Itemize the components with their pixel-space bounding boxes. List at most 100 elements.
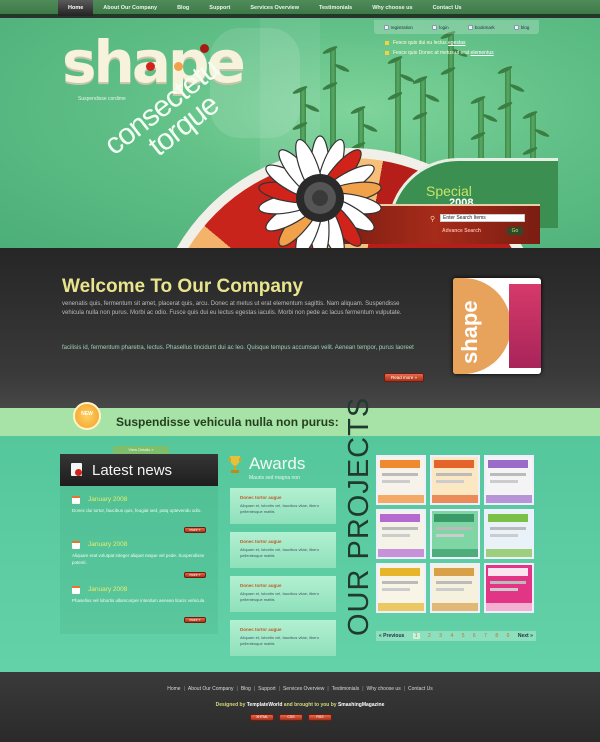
project-thumbnail[interactable] (376, 563, 426, 613)
footer-badge-css[interactable]: CSS (279, 714, 303, 721)
project-thumbnail[interactable] (430, 509, 480, 559)
bullet-icon (385, 41, 389, 45)
news-more-button[interactable]: more » (184, 527, 206, 533)
award-heading: Donec tortor augue (240, 627, 282, 632)
award-heading: Donec tortor augue (240, 539, 282, 544)
footer-link-about-our-company[interactable]: About Our Company (188, 686, 234, 692)
nav-item-about-our-company[interactable]: About Our Company (93, 0, 167, 16)
logo-tagline: Suspendisse cordime (78, 96, 126, 102)
footer-link-services-overview[interactable]: Services Overview (283, 686, 324, 692)
bullet-link[interactable]: elementus (471, 50, 494, 56)
footer-link-blog[interactable]: Blog (241, 686, 251, 692)
project-thumbnail[interactable] (376, 455, 426, 505)
bullet-icon (385, 51, 389, 55)
award-item[interactable]: Donec tortor augue Aliquam et, lobortis v… (230, 532, 336, 568)
thumb-content-block (436, 581, 472, 584)
thumb-content-block (436, 473, 472, 476)
flower-icon (146, 62, 155, 71)
pager-previous[interactable]: « Previous (379, 633, 404, 639)
footer-link-separator: | (236, 686, 238, 692)
welcome-thumbnail[interactable]: shape (453, 278, 541, 374)
hero-bullet-item: Fesce quis dui eu lectus egestas (385, 40, 494, 46)
project-thumbnail[interactable] (376, 509, 426, 559)
project-thumbnail[interactable] (430, 455, 480, 505)
award-item[interactable]: Donec tortor augue Aliquam et, lobortis v… (230, 488, 336, 524)
footer-link-home[interactable]: Home (167, 686, 180, 692)
pager-page-1[interactable]: 1 (412, 633, 420, 639)
footer-link-why-choose-us[interactable]: Why choose us (367, 686, 401, 692)
pager-page-7[interactable]: 7 (484, 633, 487, 639)
credit-publisher-link[interactable]: SmashingMagazine (338, 702, 384, 708)
thumb-footer-block (432, 495, 478, 503)
award-text: Aliquam et, lobortis vel, faucibus vitae… (240, 591, 319, 602)
utility-link-bookmark[interactable]: bookmark (467, 24, 495, 30)
thumb-footer-block (486, 603, 532, 611)
nav-item-services-overview[interactable]: Services Overview (240, 0, 309, 16)
bullet-link[interactable]: egestas (448, 40, 466, 46)
award-item[interactable]: Donec tortor augue Aliquam et, lobortis v… (230, 620, 336, 656)
page: Home About Our Company Blog Support Services… (0, 0, 600, 742)
thumb-header-block (434, 514, 474, 522)
nav-item-support[interactable]: Support (199, 0, 240, 16)
welcome-paragraph-2: facilisis id, fermentum pharetra, lectus… (62, 345, 414, 351)
advance-search-link[interactable]: Advance Search (442, 228, 481, 234)
project-thumbnail[interactable] (430, 563, 480, 613)
bamboo-leaf (423, 92, 441, 104)
credit-designer-link[interactable]: TemplateWorld (247, 702, 283, 708)
footer-link-support[interactable]: Support (258, 686, 276, 692)
pager-page-4[interactable]: 4 (450, 633, 453, 639)
award-text: Aliquam et, lobortis vel, faucibus vitae… (240, 547, 319, 558)
pager-page-5[interactable]: 5 (462, 633, 465, 639)
nav-item-why-choose-us[interactable]: Why choose us (362, 0, 422, 16)
nav-item-blog[interactable]: Blog (167, 0, 199, 16)
utility-label: blog (520, 24, 530, 30)
registration-icon (383, 24, 389, 30)
nav-item-home[interactable]: Home (58, 0, 94, 16)
news-more-button[interactable]: more » (184, 617, 206, 623)
utility-link-blog[interactable]: blog (513, 24, 530, 30)
thumb-content-block (436, 534, 464, 537)
footer-badge-rss[interactable]: RSS (308, 714, 332, 721)
thumb-content-block (490, 581, 526, 584)
search-input[interactable] (440, 214, 525, 222)
footer-link-separator: | (253, 686, 256, 692)
award-item[interactable]: Donec tortor augue Aliquam et, lobortis v… (230, 576, 336, 612)
nav-item-contact-us[interactable]: Contact Us (423, 0, 472, 16)
news-more-button[interactable]: more » (184, 572, 206, 578)
welcome-paragraph-1: venenatis quis, fermentum sit amet, plac… (62, 301, 402, 316)
pager-page-9[interactable]: 9 (507, 633, 510, 639)
award-text: Aliquam et, lobortis vel, faucibus vitae… (240, 635, 319, 646)
awards-title: Awards (249, 454, 306, 473)
utility-link-login[interactable]: login (432, 24, 449, 30)
thumb-content-block (382, 473, 418, 476)
pager-page-6[interactable]: 6 (473, 633, 476, 639)
utility-link-registration[interactable]: registration (383, 24, 413, 30)
footer-link-contact-us[interactable]: Contact Us (408, 686, 433, 692)
thumb-header-block (380, 460, 420, 468)
thumb-content-block (382, 581, 418, 584)
thumb-header-block (380, 568, 420, 576)
latest-news-title: Latest news (92, 462, 173, 479)
pager-page-3[interactable]: 3 (439, 633, 442, 639)
footer-link-separator: | (183, 686, 185, 692)
bamboo-leaf (333, 62, 351, 74)
footer-credit: Designed by TemplateWorld and brought to… (0, 702, 600, 708)
award-heading: Donec tortor augue (240, 583, 282, 588)
trophy-icon (228, 456, 242, 473)
project-thumbnail[interactable] (484, 455, 534, 505)
pager-page-8[interactable]: 8 (495, 633, 498, 639)
project-thumbnail[interactable] (484, 509, 534, 559)
read-more-button[interactable]: Read more » (384, 373, 424, 382)
welcome-section: Welcome To Our Company venenatis quis, f… (0, 248, 600, 408)
footer-badge-xhtml[interactable]: XHTML (250, 714, 274, 721)
go-button[interactable]: Go (507, 227, 523, 235)
bullet-text: Fesce quis dui eu lectus (393, 40, 449, 46)
new-badge: NEW (73, 402, 101, 430)
nav-item-testimonials[interactable]: Testimonials (309, 0, 362, 16)
footer-link-testimonials[interactable]: Testimonials (332, 686, 360, 692)
view-details-button[interactable]: View Details » (113, 446, 169, 454)
pager-page-2[interactable]: 2 (428, 633, 431, 639)
pager-next[interactable]: Next » (518, 633, 533, 639)
news-date: January 2008 (88, 586, 128, 593)
project-thumbnail[interactable] (484, 563, 534, 613)
